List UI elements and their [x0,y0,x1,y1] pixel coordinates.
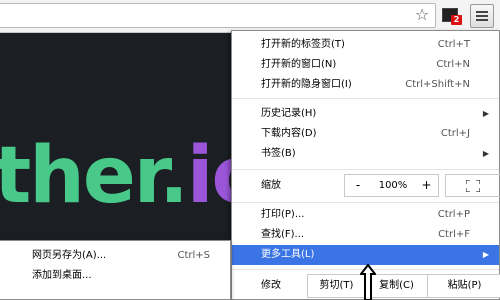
hamburger-icon-line [476,19,488,21]
extension-icon[interactable]: 2 [442,7,462,25]
menu-item-label: 历史记录(H) [261,108,317,119]
hamburger-icon-line [476,15,488,17]
extension-badge: 2 [451,15,462,25]
paste-button[interactable]: 粘贴(P) [427,274,500,298]
menu-item-more-tools[interactable]: 更多工具(L) ▶ [232,245,499,265]
menu-item-label: 查找(F)... [261,229,305,240]
submenu-arrow-icon: ▶ [482,149,489,158]
menu-item-find[interactable]: 查找(F)... Ctrl+F [232,225,499,245]
menu-item-new-window[interactable]: 打开新的窗口(N) Ctrl+N [232,55,499,75]
submenu-item-label: 添加到桌面... [32,270,92,281]
page-logo-text: ther.io [0,137,265,215]
submenu-item-add-to-desktop[interactable]: 添加到桌面... [0,266,230,286]
menu-item-shortcut: Ctrl+Shift+N [405,79,470,90]
menu-separator [232,202,499,203]
menu-item-shortcut: Ctrl+J [440,128,470,139]
edit-label: 修改 [261,280,281,291]
fullscreen-button[interactable] [445,174,500,197]
menu-item-label: 打开新的标签页(T) [261,39,345,50]
address-bar[interactable] [0,3,436,28]
logo-text-green: ther. [0,131,189,221]
menu-item-label: 书签(B) [261,148,296,159]
submenu-item-shortcut: Ctrl+S [177,250,210,261]
zoom-in-button[interactable]: + [415,175,438,196]
cut-button[interactable]: 剪切(T) [307,274,366,298]
menu-item-label: 更多工具(L) [261,249,315,260]
menu-item-shortcut: Ctrl+T [437,39,470,50]
menu-separator [232,169,499,170]
zoom-label: 缩放 [261,180,281,191]
menu-item-new-incognito-window[interactable]: 打开新的隐身窗口(I) Ctrl+Shift+N [232,75,499,95]
menu-item-label: 打印(P)... [261,209,305,220]
menu-item-print[interactable]: 打印(P)... Ctrl+P [232,205,499,225]
bookmark-star-icon[interactable]: ☆ [413,6,431,24]
chrome-menu-button[interactable] [470,4,494,28]
hamburger-icon [476,11,488,13]
zoom-row: 缩放 - 100% + [232,171,500,200]
submenu-item-clipped[interactable] [0,288,230,300]
mouse-cursor-icon [360,264,376,300]
browser-toolbar: ☆ 2 [0,0,500,33]
menu-item-shortcut: Ctrl+F [438,229,470,240]
menu-item-bookmarks[interactable]: 书签(B) ▶ [232,144,499,164]
menu-item-label: 下载内容(D) [261,128,317,139]
zoom-control: - 100% + [344,174,439,197]
submenu-item-label: 网页另存为(A)... [32,250,107,261]
menu-item-downloads[interactable]: 下载内容(D) Ctrl+J [232,124,499,144]
menu-item-label: 打开新的窗口(N) [261,59,337,70]
menu-item-history[interactable]: 历史记录(H) ▶ [232,104,499,124]
more-tools-submenu: 网页另存为(A)... Ctrl+S 添加到桌面... [0,240,231,300]
menu-item-shortcut: Ctrl+P [437,209,470,220]
fullscreen-icon [466,180,480,192]
menu-item-label: 打开新的隐身窗口(I) [261,79,352,90]
chrome-main-menu: 打开新的标签页(T) Ctrl+T 打开新的窗口(N) Ctrl+N 打开新的隐身窗… [231,30,500,300]
menu-item-new-tab[interactable]: 打开新的标签页(T) Ctrl+T [232,35,499,55]
zoom-out-button[interactable]: - [345,175,371,196]
menu-item-shortcut: Ctrl+N [436,59,470,70]
submenu-arrow-icon: ▶ [482,109,489,118]
submenu-item-save-page-as[interactable]: 网页另存为(A)... Ctrl+S [0,246,230,266]
submenu-arrow-icon: ▶ [482,250,489,259]
zoom-level: 100% [378,180,408,191]
menu-separator [232,98,499,99]
